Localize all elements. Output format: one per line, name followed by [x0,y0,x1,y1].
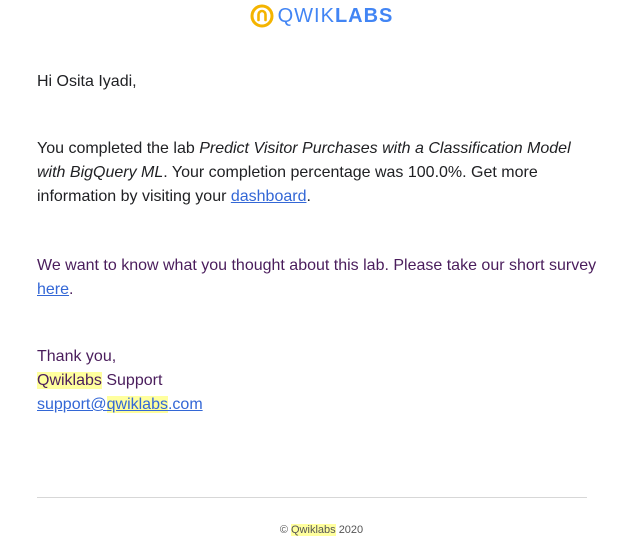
survey-text: We want to know what you thought about t… [37,257,597,274]
greeting: Hi Osita Iyadi, [37,73,137,90]
support-email-user: support@ [37,396,107,413]
qwiklabs-logo-icon [250,4,274,28]
completion-intro: You completed the lab [37,140,200,157]
signoff-team-brand: Qwiklabs [37,372,102,389]
logo-suffix: LABS [334,5,394,27]
survey-link[interactable]: here [37,281,69,298]
footer-brand: Qwiklabs [291,524,336,536]
survey-end: . [69,281,74,298]
footer-year: 2020 [338,524,364,536]
email-page: QWIKLABS Hi Osita Iyadi, You completed t… [0,0,643,546]
signoff: Thank you, Qwiklabs Support support@qwik… [37,345,597,417]
logo-prefix: QWIK [277,5,335,27]
dashboard-link[interactable]: dashboard [231,188,307,205]
completion-end: . [306,188,311,205]
signoff-team-suffix: Support [101,372,163,389]
support-email-domain: .com [167,396,203,413]
survey-paragraph: We want to know what you thought about t… [37,254,597,302]
footer: © Qwiklabs 2020 [0,524,643,536]
support-email-link[interactable]: support@qwiklabs.com [37,396,203,413]
signoff-email: support@qwiklabs.com [37,393,597,417]
signoff-thanks: Thank you, [37,348,117,365]
logo-wordmark: QWIKLABS [278,6,394,26]
copyright-symbol: © [279,524,288,536]
signoff-team: Qwiklabs Support [37,369,597,393]
footer-divider [37,497,587,498]
qwiklabs-logo[interactable]: QWIKLABS [0,2,643,30]
support-email-brand: qwiklabs [106,396,168,413]
completion-paragraph: You completed the lab Predict Visitor Pu… [37,137,597,209]
